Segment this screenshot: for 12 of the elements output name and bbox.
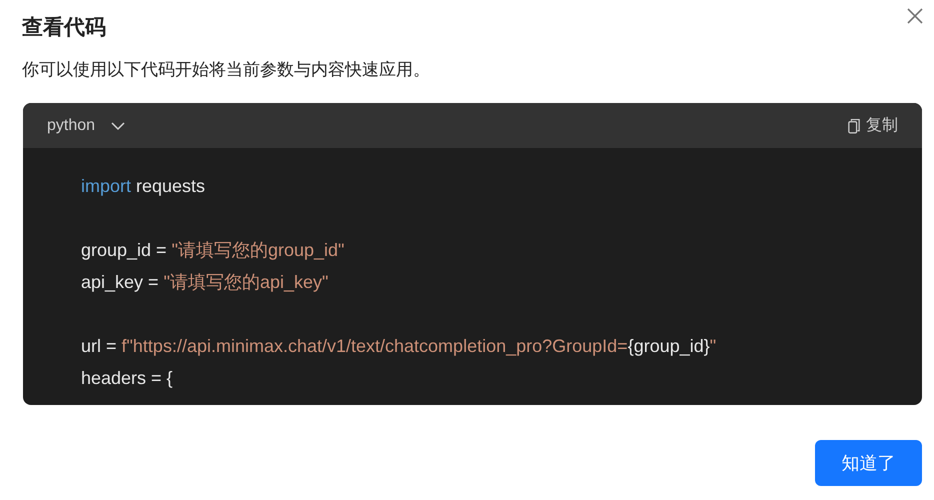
- language-dropdown[interactable]: python: [47, 114, 126, 138]
- code-line: group_id = "请填写您的group_id": [81, 239, 344, 262]
- dialog-description: 你可以使用以下代码开始将当前参数与内容快速应用。: [22, 59, 430, 81]
- code-line: url = f"https://api.minimax.chat/v1/text/chatcompletion_pro?GroupId={group_id}": [81, 335, 716, 358]
- code-line: api_key = "请填写您的api_key": [81, 271, 328, 294]
- code-line: headers = {: [81, 367, 173, 390]
- dialog-title: 查看代码: [22, 15, 106, 41]
- copy-icon: [848, 118, 860, 134]
- chevron-icon: [111, 120, 126, 130]
- code-line: import requests: [81, 175, 206, 198]
- confirm-button[interactable]: 知道了: [815, 440, 922, 486]
- copy-button[interactable]: 复制: [848, 114, 898, 138]
